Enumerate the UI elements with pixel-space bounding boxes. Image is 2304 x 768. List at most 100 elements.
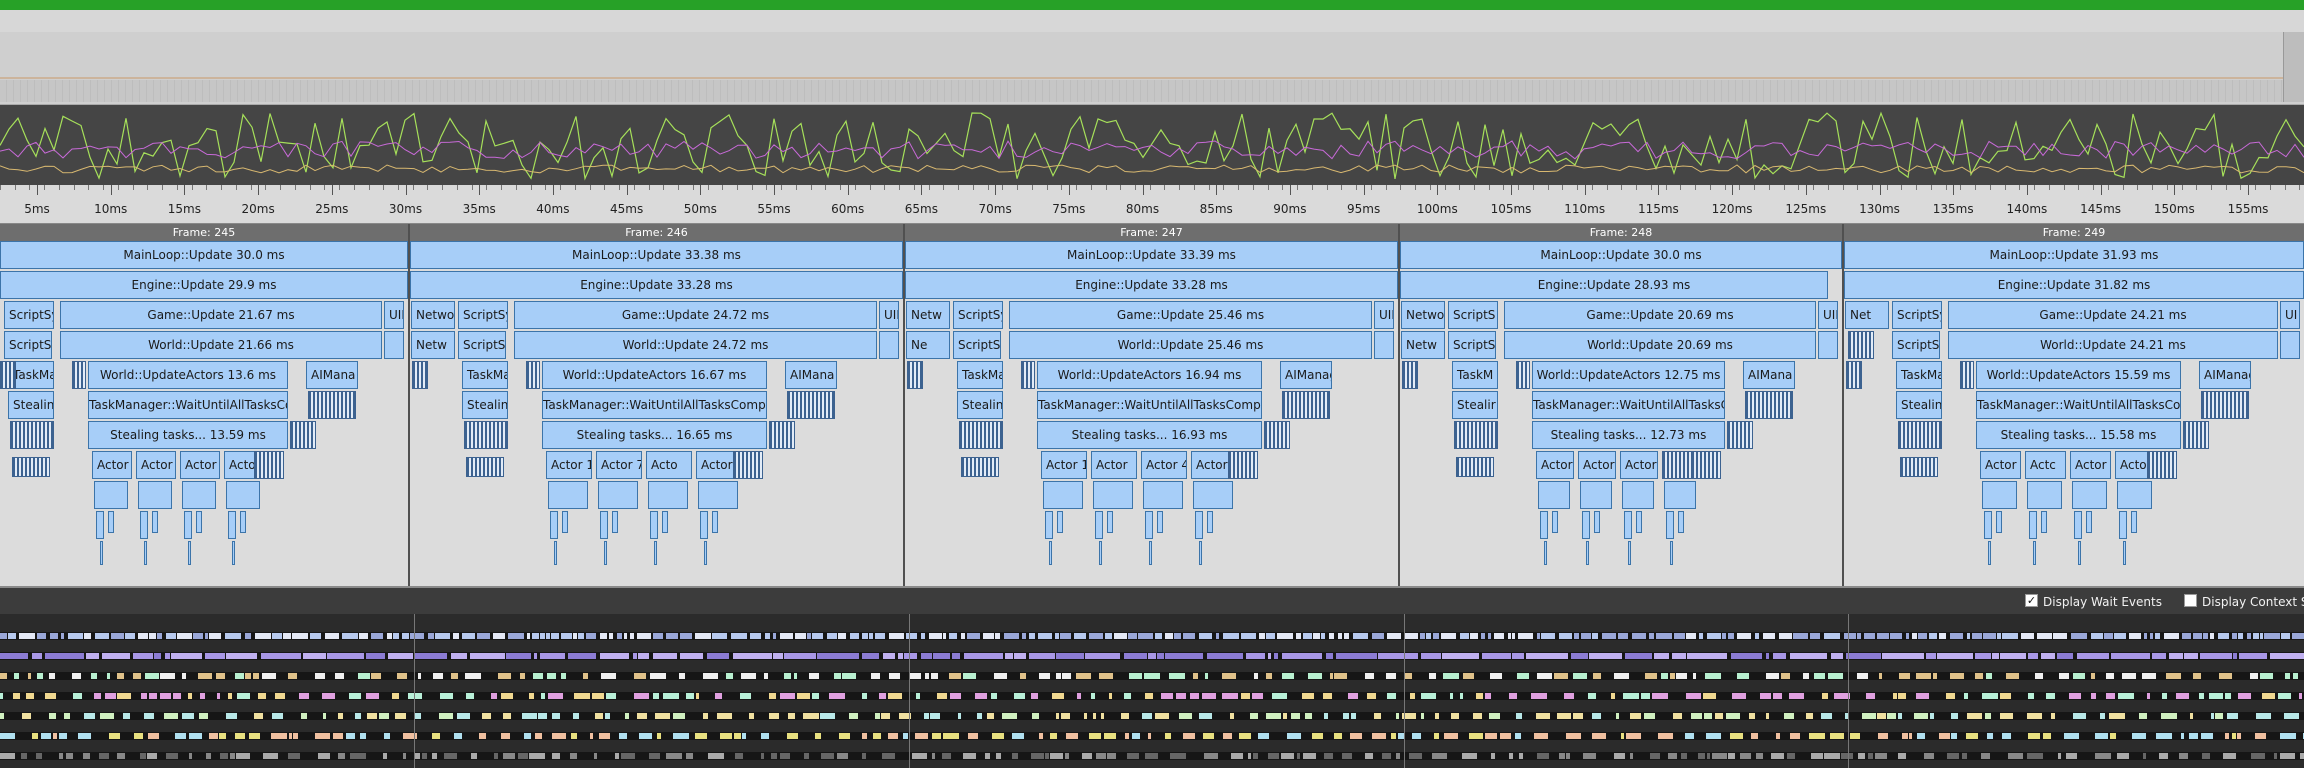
game-update-event[interactable]: Game::Update 25.46 ms — [1009, 301, 1372, 329]
thread-work-segment[interactable] — [875, 713, 880, 719]
thread-work-segment[interactable] — [166, 633, 176, 639]
thread-work-segment[interactable] — [773, 633, 776, 639]
actor-leaf-event[interactable] — [140, 511, 148, 539]
thread-work-segment[interactable] — [533, 673, 543, 679]
thread-work-segment[interactable] — [1951, 713, 1958, 719]
thread-work-segment[interactable] — [2144, 633, 2147, 639]
thread-work-segment[interactable] — [764, 673, 768, 679]
thread-work-segment[interactable] — [140, 753, 146, 759]
thread-work-segment[interactable] — [494, 753, 498, 759]
actor-deep-event[interactable] — [1149, 541, 1152, 565]
actor-deep-event[interactable] — [704, 541, 707, 565]
actor-update-event[interactable]: Actor 4 — [1141, 451, 1187, 479]
thread-work-segment[interactable] — [1374, 713, 1381, 719]
thread-work-segment[interactable] — [1763, 633, 1775, 639]
thread-work-segment[interactable] — [594, 753, 597, 759]
thread-work-segment[interactable] — [869, 633, 873, 639]
thread-work-segment[interactable] — [889, 673, 900, 679]
thread-work-segment[interactable] — [2041, 653, 2055, 659]
thread-work-segment[interactable] — [444, 753, 457, 759]
actor-deep-event[interactable] — [1670, 541, 1673, 565]
thread-work-segment[interactable] — [2051, 713, 2055, 719]
thread-work-segment[interactable] — [2143, 753, 2146, 759]
thread-work-segment[interactable] — [32, 733, 38, 739]
thread-work-segment[interactable] — [1914, 713, 1928, 719]
thread-work-segment[interactable] — [2132, 733, 2146, 739]
network-sub-event[interactable]: Ne — [906, 331, 950, 359]
thread-work-segment[interactable] — [1844, 633, 1856, 639]
thread-work-segment[interactable] — [1085, 653, 1120, 659]
thread-work-segment[interactable] — [2021, 633, 2034, 639]
thread-work-segment[interactable] — [2161, 713, 2177, 719]
thread-work-segment[interactable] — [1336, 653, 1377, 659]
thread-work-segment[interactable] — [1623, 693, 1639, 699]
thread-work-segment[interactable] — [916, 693, 920, 699]
thread-work-segment[interactable] — [1174, 633, 1181, 639]
thread-work-segment[interactable] — [1303, 753, 1316, 759]
thread-work-segment[interactable] — [520, 673, 525, 679]
thread-work-segment[interactable] — [2057, 653, 2073, 659]
stealing-tasks-event[interactable]: Stealing tasks... 16.65 ms — [542, 421, 767, 449]
thread-work-segment[interactable] — [1809, 733, 1825, 739]
thread-work-segment[interactable] — [205, 653, 225, 659]
thread-work-segment[interactable] — [1460, 693, 1463, 699]
thread-work-segment[interactable] — [111, 633, 124, 639]
thread-work-segment[interactable] — [1441, 633, 1456, 639]
thread-work-segment[interactable] — [258, 693, 266, 699]
thread-work-segment[interactable] — [226, 713, 237, 719]
thread-work-segment[interactable] — [1766, 713, 1769, 719]
thread-work-segment[interactable] — [78, 733, 91, 739]
thread-work-segment[interactable] — [1239, 733, 1251, 739]
thread-work-segment[interactable] — [601, 673, 616, 679]
thread-timeline[interactable] — [0, 614, 2304, 768]
ui-manager-sub-event[interactable] — [1818, 331, 1838, 359]
thread-work-segment[interactable] — [663, 693, 679, 699]
thread-work-segment[interactable] — [315, 673, 325, 679]
thread-work-segment[interactable] — [1348, 693, 1358, 699]
thread-work-segment[interactable] — [164, 713, 178, 719]
actor-leaf-event[interactable] — [1582, 511, 1590, 539]
thread-work-segment[interactable] — [888, 693, 902, 699]
ui-manager-event[interactable]: UIM — [384, 301, 404, 329]
thread-work-segment[interactable] — [2066, 753, 2077, 759]
thread-work-segment[interactable] — [315, 733, 330, 739]
thread-work-segment[interactable] — [1433, 633, 1439, 639]
thread-work-segment[interactable] — [2028, 653, 2038, 659]
thread-work-segment[interactable] — [477, 633, 490, 639]
thread-work-segment[interactable] — [1055, 633, 1059, 639]
frame-header[interactable]: Frame: 246 — [410, 224, 903, 241]
thread-work-segment[interactable] — [249, 733, 260, 739]
thread-work-segment[interactable] — [769, 713, 779, 719]
thread-work-segment[interactable] — [37, 673, 43, 679]
thread-work-segment[interactable] — [1967, 633, 1970, 639]
thread-work-segment[interactable] — [498, 673, 511, 679]
thread-work-segment[interactable] — [322, 693, 335, 699]
thread-work-segment[interactable] — [741, 673, 756, 679]
thread-work-segment[interactable] — [991, 693, 997, 699]
actor-deep-event[interactable] — [654, 541, 657, 565]
thread-work-segment[interactable] — [1518, 633, 1533, 639]
thread-work-segment[interactable] — [1882, 653, 1924, 659]
thread-work-segment[interactable] — [1564, 693, 1574, 699]
thread-work-segment[interactable] — [1155, 633, 1162, 639]
thread-work-segment[interactable] — [2159, 753, 2168, 759]
thread-work-segment[interactable] — [1997, 633, 2001, 639]
thread-work-segment[interactable] — [2095, 733, 2108, 739]
thread-work-segment[interactable] — [1409, 753, 1422, 759]
thread-work-segment[interactable] — [230, 753, 235, 759]
actor-leaf-event[interactable] — [240, 511, 246, 533]
thread-work-segment[interactable] — [454, 733, 462, 739]
actor-deep-event[interactable] — [100, 541, 103, 565]
thread-work-segment[interactable] — [1391, 733, 1396, 739]
actor-deep-event[interactable] — [604, 541, 607, 565]
script-system-event[interactable]: ScriptSys — [4, 301, 54, 329]
actor-leaf-event[interactable] — [2041, 511, 2047, 533]
thread-work-segment[interactable] — [1912, 633, 1917, 639]
thread-work-segment[interactable] — [1176, 693, 1186, 699]
thread-work-segment[interactable] — [879, 693, 886, 699]
actor-deep-event[interactable] — [232, 541, 235, 565]
actor-child-event[interactable] — [2027, 481, 2062, 509]
thread-work-segment[interactable] — [408, 693, 422, 699]
thread-work-segment[interactable] — [2251, 753, 2265, 759]
thread-work-segment[interactable] — [1878, 733, 1888, 739]
